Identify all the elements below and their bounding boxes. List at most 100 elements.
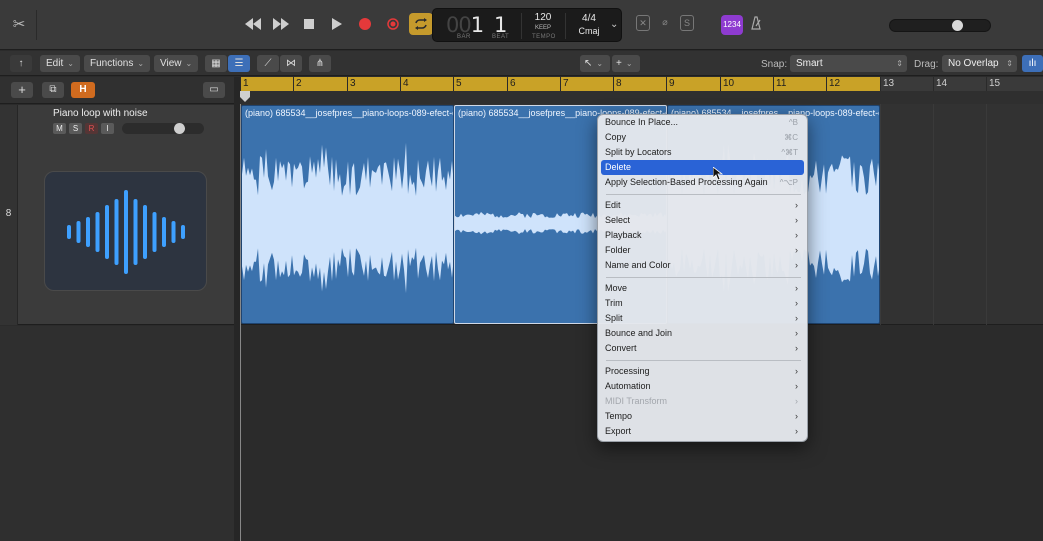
menu-item-split[interactable]: Split › — [601, 311, 804, 326]
menu-item-shortcut: ^B — [788, 118, 798, 127]
menu-item-select[interactable]: Select › — [601, 213, 804, 228]
drag-select[interactable]: No Overlap ⇕ — [942, 55, 1017, 72]
menu-item-split-by-locators[interactable]: Split by Locators ^⌘T — [601, 145, 804, 160]
gridline — [986, 104, 987, 325]
play-button[interactable] — [325, 13, 349, 35]
solo-mode-icon[interactable]: S — [680, 15, 694, 31]
master-volume-knob[interactable] — [952, 20, 963, 31]
track-volume-knob[interactable] — [174, 123, 185, 134]
waveform-icon[interactable]: ılı — [1022, 55, 1043, 72]
crossfade-icon[interactable]: ⋈ — [280, 55, 302, 72]
playhead-icon[interactable] — [240, 91, 250, 103]
transport-controls — [241, 13, 433, 35]
menu-item-playback[interactable]: Playback › — [601, 228, 804, 243]
audio-region[interactable]: (piano) 685534__josefpres__piano-loops-0… — [241, 105, 454, 324]
edit-menu[interactable]: Edit ⌄ — [40, 55, 80, 72]
menu-item-convert[interactable]: Convert › — [601, 341, 804, 356]
fast-forward-button[interactable] — [269, 13, 293, 35]
menu-item-processing[interactable]: Processing › — [601, 364, 804, 379]
menu-item-delete[interactable]: Delete — [601, 160, 804, 175]
automation-icon[interactable]: ⟋ — [257, 55, 279, 72]
chevron-down-icon[interactable]: ⌄ — [610, 19, 618, 30]
tuner-icon[interactable]: ⌀ — [658, 15, 672, 31]
menu-item-bounce-in-place[interactable]: Bounce In Place... ^B — [601, 115, 804, 130]
chevron-right-icon: › — [795, 411, 798, 421]
menu-item-shortcut: ^⌥P — [779, 178, 798, 187]
ruler-tick — [293, 77, 294, 91]
mute-button[interactable]: M — [53, 123, 66, 134]
ruler-bar-number: 4 — [403, 78, 409, 89]
view-menu[interactable]: View ⌄ — [154, 55, 199, 72]
bar-ruler[interactable]: 1 2 3 4 5 6 7 8 9 10 11 12 13 14 15 — [240, 77, 1043, 104]
cycle-button[interactable] — [409, 13, 433, 35]
chevron-right-icon: › — [795, 283, 798, 293]
menu-item-automation[interactable]: Automation › — [601, 379, 804, 394]
metronome-icon[interactable] — [749, 16, 765, 32]
flex-icon[interactable]: ⋔ — [309, 55, 331, 72]
ruler-tick — [986, 77, 987, 91]
fast-forward-icon — [273, 18, 289, 30]
chevron-right-icon: › — [795, 200, 798, 210]
track-icon[interactable] — [44, 171, 207, 291]
lcd-display[interactable]: 001 1 BAR BEAT 120 KEEP TEMPO 4/4 Cmaj ⌄ — [432, 8, 622, 42]
ruler-tick — [826, 77, 827, 91]
solo-button[interactable]: S — [69, 123, 82, 134]
track-name[interactable]: Piano loop with noise — [53, 108, 148, 119]
menu-item-label: Split — [605, 313, 623, 323]
ruler-tick — [240, 77, 241, 91]
menu-item-label: Playback — [605, 230, 642, 240]
drag-value: No Overlap — [948, 58, 999, 69]
toolbar-divider — [36, 10, 37, 40]
chevron-down-icon: ⌄ — [185, 59, 193, 68]
menu-item-export[interactable]: Export › — [601, 424, 804, 439]
global-tracks-icon[interactable]: ▭ — [203, 82, 225, 98]
menu-item-label: Apply Selection-Based Processing Again — [605, 177, 768, 187]
menu-item-name-and-color[interactable]: Name and Color › — [601, 258, 804, 273]
bar-label: BAR — [457, 34, 471, 40]
record-enable-button[interactable]: R — [85, 123, 98, 134]
stop-button[interactable] — [297, 13, 321, 35]
snap-select[interactable]: Smart ⇕ — [790, 55, 907, 72]
menu-item-trim[interactable]: Trim › — [601, 296, 804, 311]
menu-item-copy[interactable]: Copy ⌘C — [601, 130, 804, 145]
duplicate-track-button[interactable]: ⧉ — [42, 82, 64, 98]
menu-item-edit[interactable]: Edit › — [601, 198, 804, 213]
menu-item-folder[interactable]: Folder › — [601, 243, 804, 258]
master-volume-slider[interactable] — [889, 19, 991, 32]
capture-recording-button[interactable] — [381, 13, 405, 35]
ruler-bar-number: 7 — [563, 78, 569, 89]
snap-label: Snap: — [761, 59, 788, 70]
secondary-tool[interactable]: + ⌄ — [612, 55, 640, 72]
gridline — [933, 104, 934, 325]
snap-value: Smart — [796, 58, 823, 69]
ruler-tick — [507, 77, 508, 91]
add-track-button[interactable]: + — [11, 82, 33, 98]
menu-item-tempo[interactable]: Tempo › — [601, 409, 804, 424]
record-button[interactable] — [353, 13, 377, 35]
rewind-button[interactable] — [241, 13, 265, 35]
control-bar: ✂ 001 1 BAR BEAT 120 KEEP TEMPO 4/4 Cmaj… — [0, 0, 1043, 50]
ruler-tick — [933, 77, 934, 91]
menu-item-shortcut: ⌘C — [784, 133, 798, 142]
menu-item-label: Bounce and Join — [605, 328, 673, 338]
menu-item-move[interactable]: Move › — [601, 281, 804, 296]
count-in-button[interactable]: 1234 — [721, 15, 743, 35]
input-monitor-button[interactable]: I — [101, 123, 114, 134]
chevron-right-icon: › — [795, 260, 798, 270]
tracks-view-icon[interactable]: ☰ — [228, 55, 250, 72]
up-arrow-icon[interactable]: ↑ — [10, 55, 32, 72]
capture-record-icon — [387, 18, 399, 30]
menu-item-label: Processing — [605, 366, 650, 376]
menu-item-apply-processing-again[interactable]: Apply Selection-Based Processing Again ^⌥… — [601, 175, 804, 190]
track-header[interactable]: 8 Piano loop with noise M S R I — [0, 105, 234, 325]
ruler-tick — [880, 77, 881, 91]
replace-icon[interactable]: ✕ — [636, 15, 650, 31]
gridline — [880, 104, 881, 325]
functions-menu[interactable]: Functions ⌄ — [84, 55, 151, 72]
track-volume-slider[interactable] — [122, 123, 204, 134]
hide-tracks-button[interactable]: H — [71, 82, 95, 98]
scissors-icon[interactable]: ✂ — [10, 15, 28, 33]
pointer-tool[interactable]: ↖ ⌄ — [580, 55, 610, 72]
menu-item-bounce-and-join[interactable]: Bounce and Join › — [601, 326, 804, 341]
grid-view-icon[interactable]: ▦ — [205, 55, 227, 72]
